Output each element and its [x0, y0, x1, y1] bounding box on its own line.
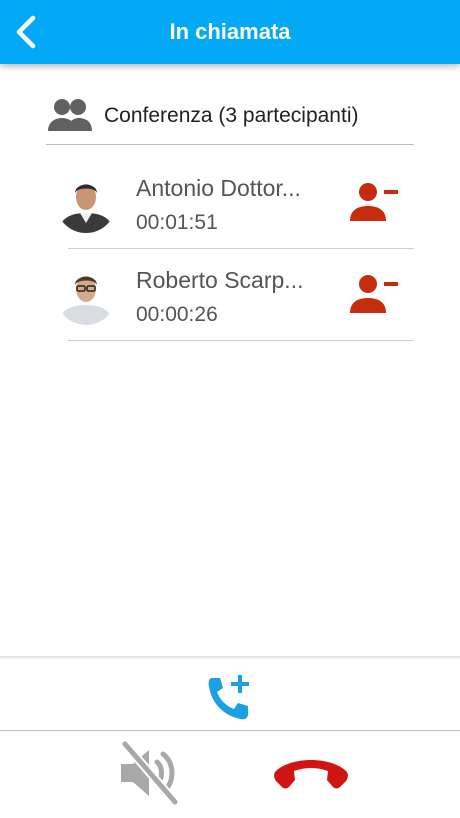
divider [0, 730, 460, 731]
divider [46, 144, 414, 145]
call-duration: 00:01:51 [136, 211, 218, 234]
avatar [56, 265, 116, 325]
hang-up-icon [274, 760, 348, 789]
phone-add-icon [208, 675, 249, 720]
top-bar: In chiamata [0, 0, 460, 64]
remove-person-icon [350, 183, 398, 221]
speaker-muted-icon [120, 739, 180, 807]
page-title: In chiamata [169, 19, 291, 44]
bottom-panel-shadow [0, 656, 460, 660]
hang-up-button[interactable] [272, 752, 350, 794]
row-divider [68, 340, 414, 341]
group-icon [48, 99, 92, 131]
remove-person-icon [350, 275, 398, 313]
add-call-button[interactable] [200, 672, 260, 724]
remove-participant-button[interactable] [350, 179, 406, 225]
participant-row[interactable]: Roberto Scarp... 00:00:26 [50, 249, 414, 341]
participant-name: Roberto Scarp... [136, 267, 304, 293]
participant-name: Antonio Dottor... [136, 175, 301, 201]
mute-button[interactable] [115, 739, 183, 807]
conference-label: Conferenza (3 partecipanti) [104, 104, 359, 127]
remove-participant-button[interactable] [350, 271, 406, 317]
conference-header: Conferenza (3 partecipanti) [46, 88, 414, 144]
participant-row[interactable]: Antonio Dottor... 00:01:51 [50, 157, 414, 249]
avatar [56, 173, 116, 233]
call-duration: 00:00:26 [136, 303, 218, 326]
